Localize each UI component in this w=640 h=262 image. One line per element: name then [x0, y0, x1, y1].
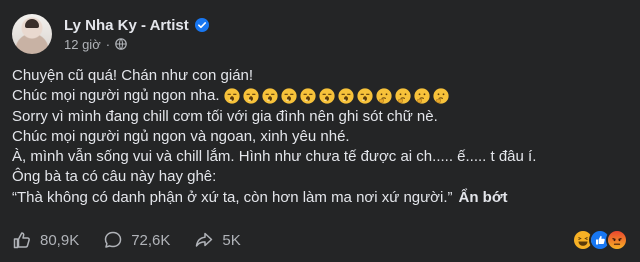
author-meta: Ly Nha Ky - Artist 12 giờ ·	[64, 17, 209, 52]
thinking-face-icon	[394, 88, 411, 105]
action-bar: 80,9K 72,6K 5K	[12, 228, 265, 252]
post-line-1: Chuyện cũ quá! Chán như con gián!	[12, 67, 254, 84]
like-count: 80,9K	[40, 231, 80, 249]
verified-badge-icon	[194, 18, 209, 32]
post-meta-row: 12 giờ ·	[64, 37, 209, 52]
post-line-7: “Thà không có danh phận ở xứ ta, còn hơn…	[12, 188, 628, 208]
comment-bubble-icon	[103, 230, 123, 250]
reaction-summary[interactable]	[572, 228, 628, 252]
post-time[interactable]: 12 giờ	[64, 37, 101, 52]
meta-separator: ·	[105, 36, 111, 52]
yawning-face-icon	[242, 88, 259, 105]
author-avatar[interactable]	[12, 14, 52, 54]
thinking-face-icon	[375, 88, 392, 105]
like-button[interactable]: 80,9K	[12, 230, 79, 250]
yawning-face-icon	[223, 88, 240, 105]
author-name-row: Ly Nha Ky - Artist	[64, 17, 209, 34]
thumbs-up-icon	[12, 230, 32, 250]
post-line-4: Chúc mọi người ngủ ngon và ngoan, xinh y…	[12, 127, 350, 145]
emoji-row	[223, 88, 452, 105]
author-name[interactable]: Ly Nha Ky - Artist	[64, 17, 189, 34]
share-count: 5K	[222, 231, 241, 249]
post-line-5: À, mình vẫn sống vui và chill lắm. Hình …	[12, 148, 537, 166]
angry-icon	[606, 229, 628, 251]
public-globe-icon[interactable]	[115, 38, 127, 50]
comment-button[interactable]: 72,6K	[103, 230, 170, 250]
yawning-face-icon	[337, 88, 354, 105]
yawning-face-icon	[318, 88, 335, 105]
yawning-face-icon	[356, 88, 373, 105]
post-body: Chuyện cũ quá! Chán như con gián! Chúc m…	[12, 66, 628, 208]
share-button[interactable]: 5K	[194, 230, 241, 250]
yawning-face-icon	[299, 88, 316, 105]
thinking-face-icon	[413, 88, 430, 105]
comment-count: 72,6K	[131, 231, 171, 249]
share-arrow-icon	[194, 230, 214, 250]
post-line-2: Chúc mọi người ngủ ngon nha.	[12, 86, 628, 106]
post-line-6: Ông bà ta có câu này hay ghê:	[12, 168, 217, 186]
post-header: Ly Nha Ky - Artist 12 giờ ·	[12, 12, 209, 56]
thinking-face-icon	[432, 88, 449, 105]
post-line-3: Sorry vì mình đang chill cơm tối với gia…	[12, 107, 438, 125]
yawning-face-icon	[280, 88, 297, 105]
yawning-face-icon	[261, 88, 278, 105]
facebook-post: Ly Nha Ky - Artist 12 giờ · Chuyện cũ qu…	[0, 0, 640, 262]
see-less-link[interactable]: Ẩn bớt	[459, 188, 508, 208]
